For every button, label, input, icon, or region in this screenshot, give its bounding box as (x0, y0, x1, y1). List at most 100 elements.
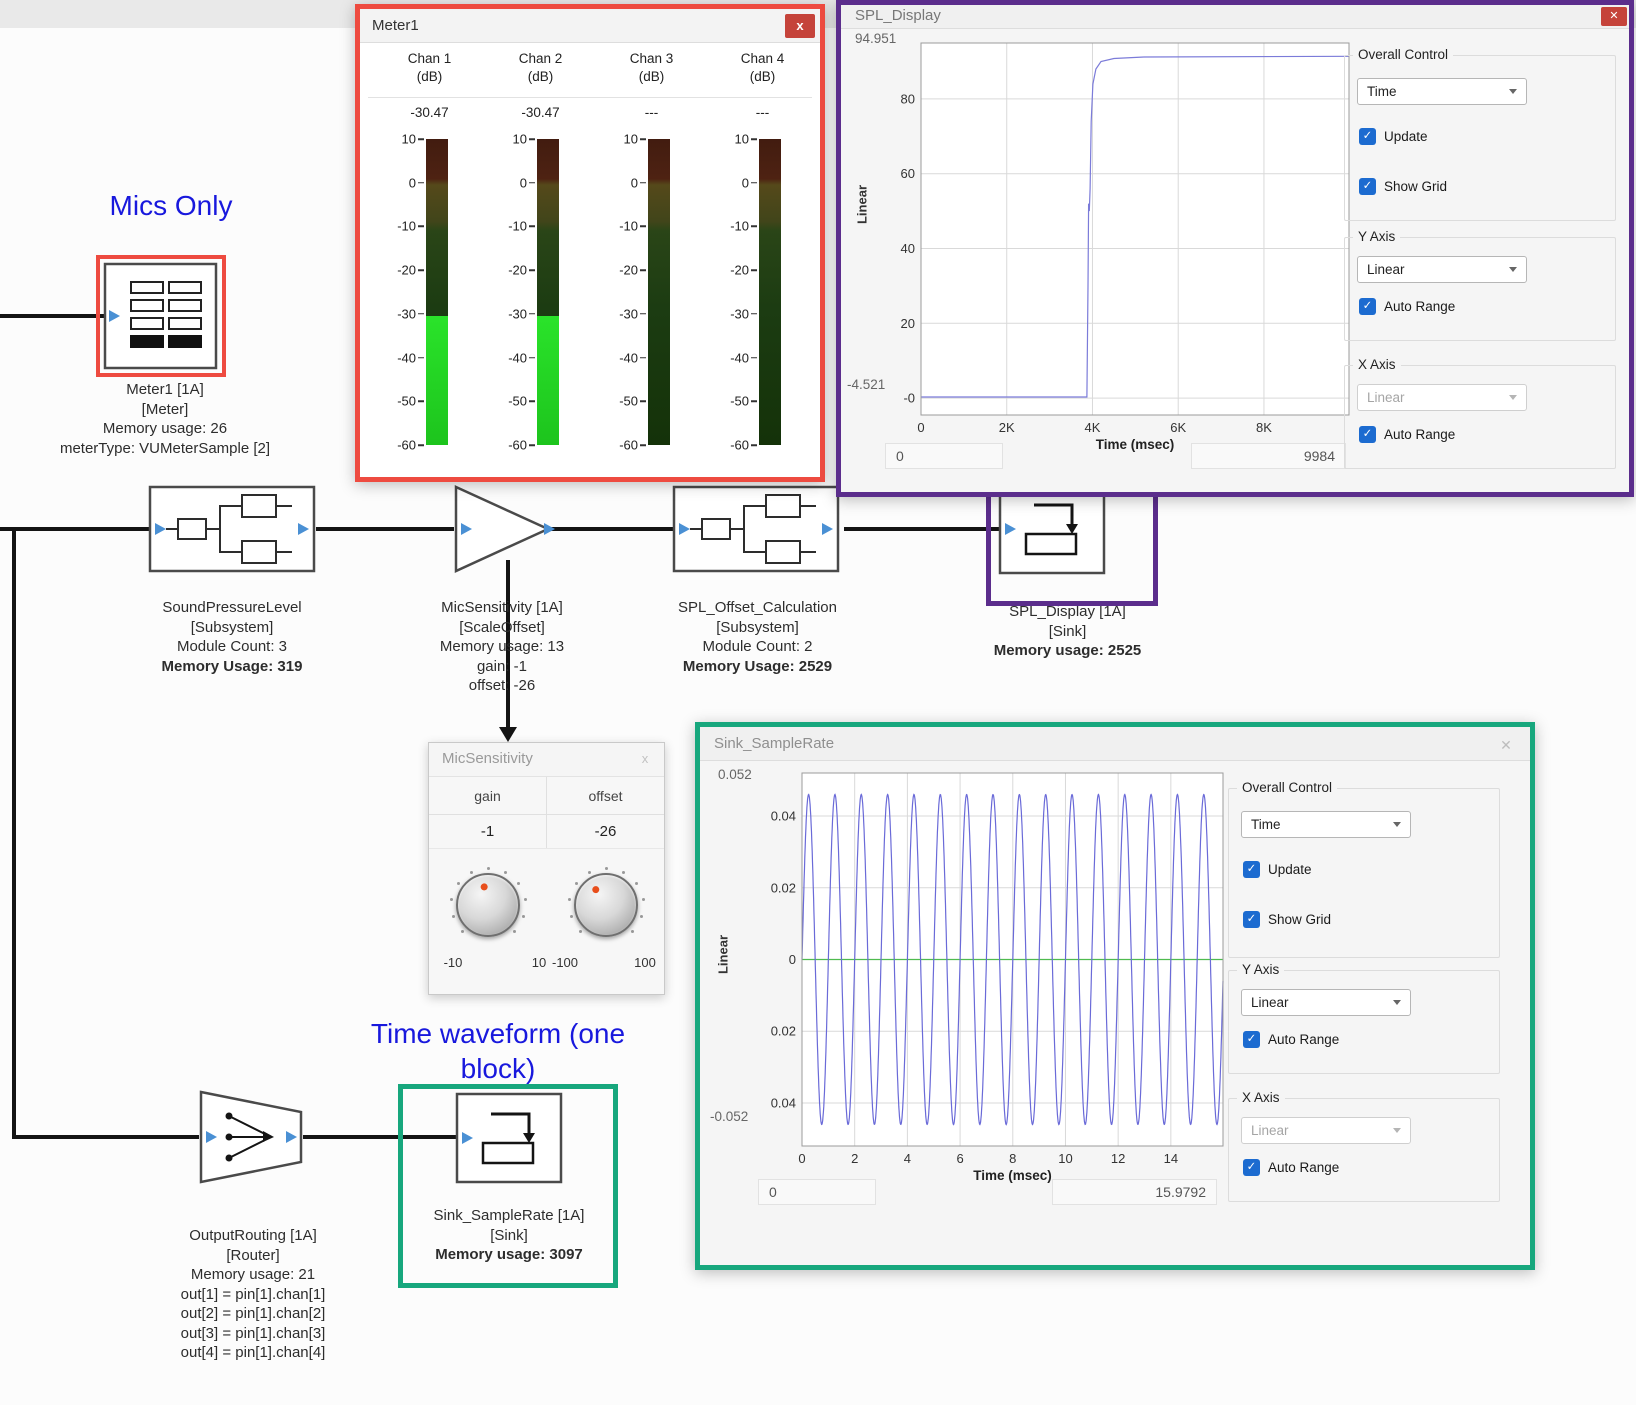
update-checkbox[interactable]: ✓ Update (1359, 128, 1428, 145)
close-icon[interactable]: x (636, 750, 654, 768)
update-checkbox-label: Update (1384, 129, 1428, 144)
show-grid-checkbox[interactable]: ✓ Show Grid (1243, 911, 1331, 928)
channel-unit: (dB) (374, 69, 485, 84)
soundpressurelevel-block[interactable] (148, 485, 316, 573)
time-dropdown[interactable]: Time (1241, 811, 1411, 838)
meter1-block[interactable] (103, 262, 218, 370)
label-line: SoundPressureLevel (132, 598, 332, 618)
spl-display-plot[interactable]: 02K4K6K8K80604020-0Time (msec) (851, 35, 1361, 485)
close-icon[interactable]: x (785, 14, 815, 38)
meter-bar (426, 139, 448, 445)
label-line: Memory usage: 26 (40, 419, 290, 439)
spl-display-window-content: 94.951 -4.521 Linear 02K4K6K8K80604020-0… (841, 29, 1629, 492)
meter-area: 100-10-20-30-40-50-60 (707, 139, 818, 445)
micsensitivity-pointer-arrowhead-icon (499, 727, 517, 742)
show-grid-checkbox[interactable]: ✓ Show Grid (1359, 178, 1447, 195)
label-line: [Sink] (402, 1226, 616, 1246)
label-line: [Subsystem] (132, 618, 332, 638)
offset-value: -26 (547, 815, 664, 848)
x-auto-range-checkbox[interactable]: ✓ Auto Range (1359, 426, 1455, 443)
meter-scale: 100-10-20-30-40-50-60 (713, 139, 749, 445)
label-line: gain: -1 (396, 657, 608, 677)
label-line: [Subsystem] (645, 618, 870, 638)
label-line: SPL_Offset_Calculation (645, 598, 870, 618)
knob-arm (452, 869, 524, 941)
svg-text:0.04: 0.04 (771, 1095, 796, 1110)
knob-indicator-dot (590, 885, 600, 895)
label-line: OutputRouting [1A] (138, 1226, 368, 1246)
chevron-down-icon (1393, 822, 1401, 827)
svg-text:8: 8 (1009, 1151, 1016, 1166)
checkbox-checked-icon: ✓ (1243, 1031, 1260, 1048)
x-scale-dropdown-value: Linear (1367, 390, 1405, 405)
knob-face (574, 873, 638, 937)
svg-text:60: 60 (901, 166, 915, 181)
label-line: Memory Usage: 319 (132, 657, 332, 677)
outputrouting-block-label: OutputRouting [1A] [Router] Memory usage… (138, 1226, 368, 1363)
outputrouting-block[interactable] (197, 1088, 305, 1186)
svg-text:0.02: 0.02 (771, 1024, 796, 1039)
spl-offset-calculation-block-label: SPL_Offset_Calculation [Subsystem] Modul… (645, 598, 870, 676)
meter1-window-titlebar[interactable]: Meter1 x (360, 9, 820, 43)
label-line: Sink_SampleRate [1A] (402, 1206, 616, 1226)
sink-samplerate-block[interactable] (455, 1092, 563, 1184)
svg-text:8K: 8K (1256, 420, 1272, 435)
gain-knob[interactable] (456, 873, 520, 937)
spl-offset-calculation-block[interactable] (672, 485, 840, 573)
svg-text:80: 80 (901, 91, 915, 106)
update-checkbox[interactable]: ✓ Update (1243, 861, 1312, 878)
y-auto-range-checkbox[interactable]: ✓ Auto Range (1243, 1031, 1339, 1048)
channel-value: -30.47 (374, 105, 485, 120)
micsensitivity-block[interactable] (452, 481, 556, 577)
window-title: Sink_SampleRate (714, 735, 834, 752)
meter1-window: Meter1 x Chan 1 (dB) -30.47 100-10-20-30… (355, 4, 825, 482)
label-line: Memory usage: 21 (138, 1265, 368, 1285)
svg-text:0.04: 0.04 (771, 809, 796, 824)
y-scale-dropdown-value: Linear (1251, 995, 1289, 1010)
chevron-down-icon (1509, 89, 1517, 94)
x-auto-range-checkbox[interactable]: ✓ Auto Range (1243, 1159, 1339, 1176)
group-label: Overall Control (1237, 780, 1337, 795)
time-dropdown[interactable]: Time (1357, 78, 1527, 105)
spl-display-window-titlebar[interactable]: SPL_Display ✕ (841, 5, 1629, 29)
x-scale-dropdown[interactable]: Linear (1241, 1117, 1411, 1144)
svg-text:Time (msec): Time (msec) (1096, 437, 1175, 452)
meter-level-fill (426, 316, 448, 445)
svg-text:0: 0 (798, 1151, 805, 1166)
sink-samplerate-plot[interactable]: 024681012140.040.0200.020.04Time (msec) (740, 765, 1270, 1215)
svg-text:0: 0 (789, 952, 796, 967)
spl-display-block-label: SPL_Display [1A] [Sink] Memory usage: 25… (975, 602, 1160, 661)
meter-area: 100-10-20-30-40-50-60 (485, 139, 596, 445)
label-line: Meter1 [1A] (40, 380, 290, 400)
channel-value: --- (596, 105, 707, 120)
label-line: [Sink] (975, 622, 1160, 642)
channel-name: Chan 2 (485, 51, 596, 66)
gain-column-label: gain (429, 777, 547, 814)
y-scale-dropdown[interactable]: Linear (1357, 256, 1527, 283)
meter-scale: 100-10-20-30-40-50-60 (602, 139, 638, 445)
close-icon[interactable]: ✕ (1601, 7, 1627, 26)
x-start-field: 0 (758, 1179, 876, 1205)
y-scale-dropdown-value: Linear (1367, 262, 1405, 277)
knob-indicator-dot (479, 883, 487, 891)
y-scale-dropdown[interactable]: Linear (1241, 989, 1411, 1016)
x-axis-group: X Axis Linear ✓ Auto Range (1228, 1098, 1500, 1202)
x-end-field: 9984 (1191, 443, 1346, 469)
meter-level-fill (537, 316, 559, 445)
close-icon[interactable]: ✕ (1496, 735, 1516, 755)
micsensitivity-window-titlebar[interactable]: MicSensitivity x (429, 743, 664, 777)
micsensitivity-block-label: MicSensitivity [1A] [ScaleOffset] Memory… (396, 598, 608, 696)
meter1-window-content: Chan 1 (dB) -30.47 100-10-20-30-40-50-60… (360, 43, 820, 477)
y-auto-range-checkbox[interactable]: ✓ Auto Range (1359, 298, 1455, 315)
x-scale-dropdown[interactable]: Linear (1357, 384, 1527, 411)
wire-to-outputrouting (12, 1135, 199, 1139)
meter-bar (648, 139, 670, 445)
label-line: Memory Usage: 2529 (645, 657, 870, 677)
wire-vertical-branch (12, 527, 16, 1139)
offset-knob[interactable] (574, 873, 638, 937)
meter-bar (759, 139, 781, 445)
sink-samplerate-window-titlebar[interactable]: Sink_SampleRate ✕ (700, 727, 1530, 761)
soundpressurelevel-block-label: SoundPressureLevel [Subsystem] Module Co… (132, 598, 332, 676)
micsensitivity-window: MicSensitivity x gain offset -1 -26 (428, 742, 665, 995)
label-line: Module Count: 3 (132, 637, 332, 657)
